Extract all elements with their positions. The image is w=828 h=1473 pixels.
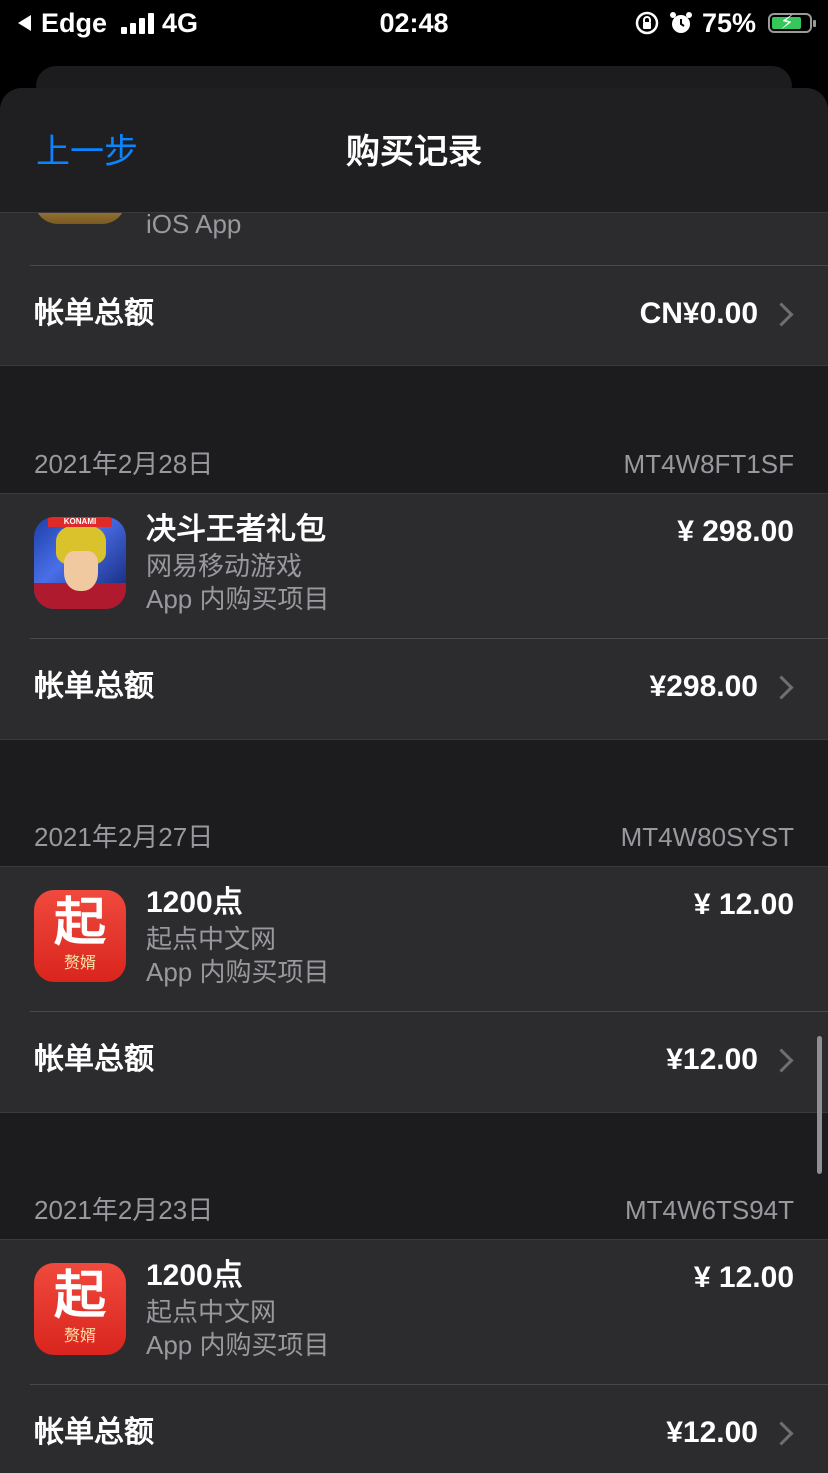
item-name: 1200点	[146, 886, 243, 919]
order-date: 2021年2月23日	[34, 1195, 214, 1225]
chevron-right-icon	[769, 1048, 794, 1073]
rotation-lock-icon	[635, 11, 659, 35]
card-bottom-border	[0, 1112, 828, 1113]
bill-total-amount: ¥12.00	[666, 1416, 758, 1449]
item-name: 1200点	[146, 1259, 243, 1292]
card-bottom-border	[0, 365, 828, 366]
item-type: App 内购买项目	[146, 957, 330, 987]
item-price: ¥ 298.00	[677, 515, 794, 548]
bill-total-label: 帐单总额	[34, 1416, 154, 1449]
battery-percent: 75%	[701, 8, 756, 38]
item-type: App 内购买项目	[146, 584, 330, 614]
bill-total-amount: CN¥0.00	[639, 297, 758, 330]
item-price: ¥ 12.00	[693, 1261, 794, 1294]
bill-total-amount: ¥12.00	[666, 1043, 758, 1076]
yugioh-duel-links-icon: KONAMI	[34, 517, 126, 609]
card-bottom-border	[0, 739, 828, 740]
alarm-icon	[669, 12, 692, 33]
status-right: 75% ⚡	[634, 6, 816, 40]
bill-total-row[interactable]: 帐单总额 ¥298.00	[0, 639, 828, 739]
qidian-app-icon: 起 赘婿	[34, 890, 126, 982]
bill-total-row[interactable]: 帐单总额 ¥12.00	[0, 1385, 828, 1473]
order-date: 2021年2月28日	[34, 449, 214, 479]
order-id: MT4W80SYST	[620, 822, 794, 852]
item-developer: 网易移动游戏	[146, 551, 303, 581]
bill-total-label: 帐单总额	[34, 297, 154, 330]
order-date: 2021年2月27日	[34, 822, 214, 852]
purchase-item-row[interactable]: 起 赘婿 1200点 起点中文网 App 内购买项目 ¥ 12.00	[0, 1239, 828, 1384]
purchase-item-row[interactable]: KONAMI 决斗王者礼包 网易移动游戏 App 内购买项目 ¥ 298.00	[0, 493, 828, 638]
order-card: 起 赘婿 1200点 起点中文网 App 内购买项目 ¥ 12.00 帐单总额 …	[0, 866, 828, 1112]
bill-total-label: 帐单总额	[34, 1043, 154, 1076]
qidian-app-icon: 起 赘婿	[34, 1263, 126, 1355]
purchase-item-row[interactable]: 起 赘婿 1200点 起点中文网 App 内购买项目 ¥ 12.00	[0, 866, 828, 1011]
page-title: 购买记录	[346, 133, 482, 171]
purchase-history-sheet: 上一步 购买记录 iOS App 帐单总额 CN¥0.00 2021年2月28日…	[0, 88, 828, 1473]
order-card: KONAMI 决斗王者礼包 网易移动游戏 App 内购买项目 ¥ 298.00 …	[0, 493, 828, 739]
bill-total-row[interactable]: 帐单总额 CN¥0.00	[0, 266, 828, 365]
bill-total-row[interactable]: 帐单总额 ¥12.00	[0, 1012, 828, 1112]
battery-icon: ⚡	[768, 12, 816, 34]
item-name: 决斗王者礼包	[146, 513, 326, 546]
item-price: ¥ 12.00	[693, 888, 794, 921]
order-id: MT4W6TS94T	[624, 1195, 794, 1225]
status-bar: Edge 4G 02:48 75% ⚡	[0, 0, 828, 46]
item-developer: 起点中文网	[146, 924, 277, 954]
bill-total-amount: ¥298.00	[649, 670, 758, 703]
navigation-bar: 上一步 购买记录	[0, 88, 828, 213]
item-type: App 内购买项目	[146, 1330, 330, 1360]
scroll-indicator[interactable]	[817, 1036, 822, 1174]
chevron-right-icon	[769, 1421, 794, 1446]
chevron-right-icon	[769, 675, 794, 700]
bill-total-label: 帐单总额	[34, 670, 154, 703]
order-card: 起 赘婿 1200点 起点中文网 App 内购买项目 ¥ 12.00 帐单总额 …	[0, 1239, 828, 1473]
chevron-right-icon	[769, 302, 794, 327]
order-id: MT4W8FT1SF	[623, 449, 794, 479]
item-developer: 起点中文网	[146, 1297, 277, 1327]
